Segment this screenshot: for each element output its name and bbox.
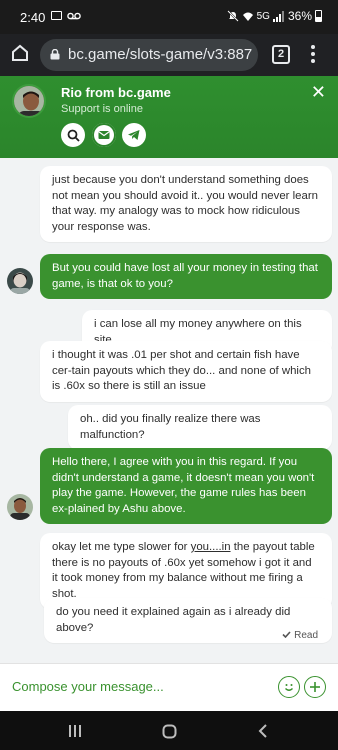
message-incoming: i thought it was .01 per shot and certai… [40,341,332,402]
user-avatar [7,268,33,294]
message-incoming: oh.. did you finally realize there was m… [68,405,332,450]
wifi-icon [242,12,253,21]
recent-apps-icon[interactable] [68,724,82,738]
attach-button[interactable] [304,676,326,698]
url-text: bc.game/slots-game/v3:887 [68,46,253,63]
agent-status: Support is online [61,103,143,115]
message-list[interactable]: just because you don't understand someth… [0,158,338,663]
status-time: 2:40 [20,10,46,25]
gallery-notification-icon [51,11,62,20]
battery-percent: 36% [287,9,312,23]
signal-icon [272,10,284,22]
search-icon [67,129,80,142]
smiley-icon [285,684,293,691]
chat-header: Rio from bc.game Support is online ✕ [0,76,338,158]
address-bar[interactable]: bc.game/slots-game/v3:887 [40,39,258,71]
status-bar: 2:40 5G 36% [0,0,338,34]
message-link[interactable]: you....in [191,541,231,553]
lock-icon [50,49,60,60]
voicemail-icon [67,12,81,20]
email-icon [92,123,116,147]
network-type: 5G [256,10,270,22]
search-button[interactable] [61,123,85,147]
compose-input[interactable]: Compose your message... [12,679,164,694]
battery-icon [315,10,322,22]
system-navigation-bar [0,711,338,750]
email-button[interactable] [92,123,116,147]
read-receipt: Read [282,630,318,641]
telegram-button[interactable] [122,123,146,147]
agent-name: Rio from bc.game [61,85,171,100]
browser-menu-icon[interactable] [310,45,316,66]
agent-avatar [12,84,46,118]
checkmark-icon [282,631,291,639]
back-icon[interactable] [258,724,268,738]
status-icons: 5G 36% [226,9,322,23]
message-incoming: just because you don't understand someth… [40,166,332,242]
emoji-button[interactable] [278,676,300,698]
mute-icon [226,10,239,22]
plus-icon [310,682,320,692]
close-chat-icon[interactable]: ✕ [311,82,326,103]
tab-switcher-button[interactable]: 2 [272,45,290,64]
home-nav-icon[interactable] [162,724,177,739]
message-outgoing: But you could have lost all your money i… [40,254,332,299]
agent-message-avatar [7,494,33,520]
message-composer: Compose your message... [0,663,338,711]
telegram-icon [124,125,144,145]
message-outgoing: Hello there, I agree with you in this re… [40,448,332,524]
browser-toolbar: bc.game/slots-game/v3:887 2 [0,34,338,76]
home-icon[interactable] [10,43,30,63]
